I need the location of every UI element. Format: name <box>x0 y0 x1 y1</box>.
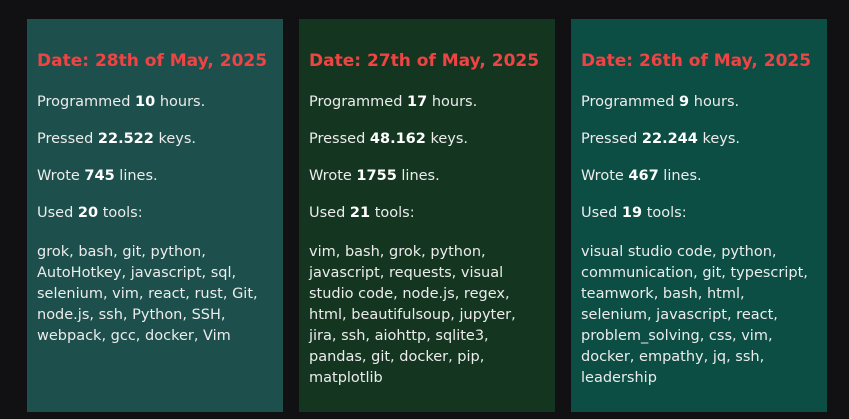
stat-suffix: keys. <box>425 131 469 147</box>
stat-prefix: Used <box>309 205 350 221</box>
pressed-keys: Pressed 22.244 keys. <box>581 131 740 147</box>
stat-prefix: Wrote <box>581 168 629 184</box>
stat-value: 22.522 <box>97 131 154 147</box>
used-tools: Used 21 tools: <box>309 205 415 221</box>
page: Date: 28th of May, 2025 Programmed 10 ho… <box>0 0 849 419</box>
stat-suffix: lines. <box>114 168 158 184</box>
tools-list: grok, bash, git, python, AutoHotkey, jav… <box>37 244 258 344</box>
programmed-hours: Programmed 9 hours. <box>581 94 739 110</box>
pressed-keys: Pressed 22.522 keys. <box>37 131 196 147</box>
pressed-keys: Pressed 48.162 keys. <box>309 131 468 147</box>
stat-value: 20 <box>77 205 99 221</box>
stat-value: 9 <box>679 94 690 110</box>
stat-suffix: hours. <box>155 94 206 110</box>
stat-prefix: Pressed <box>581 131 642 147</box>
tools-list: visual studio code, python, communicatio… <box>581 244 808 386</box>
stat-value: 467 <box>628 168 659 184</box>
day-card: Date: 26th of May, 2025 Programmed 9 hou… <box>571 19 827 412</box>
used-tools: Used 20 tools: <box>37 205 143 221</box>
stat-value: 21 <box>349 205 371 221</box>
used-tools: Used 19 tools: <box>581 205 687 221</box>
stat-prefix: Used <box>37 205 78 221</box>
stat-value: 10 <box>135 94 156 110</box>
wrote-lines: Wrote 745 lines. <box>37 168 158 184</box>
stat-prefix: Programmed <box>581 94 680 110</box>
day-card: Date: 27th of May, 2025 Programmed 17 ho… <box>299 19 555 412</box>
card-date: Date: 27th of May, 2025 <box>309 51 540 71</box>
stat-suffix: tools: <box>370 205 415 221</box>
stat-prefix: Programmed <box>37 94 136 110</box>
stat-value: 19 <box>621 205 643 221</box>
stat-suffix: hours. <box>427 94 478 110</box>
stat-suffix: lines. <box>658 168 702 184</box>
stat-value: 745 <box>84 168 115 184</box>
wrote-lines: Wrote 1755 lines. <box>309 168 440 184</box>
stat-prefix: Used <box>581 205 622 221</box>
stat-prefix: Pressed <box>37 131 98 147</box>
programmed-hours: Programmed 17 hours. <box>309 94 477 110</box>
stat-suffix: tools: <box>642 205 687 221</box>
stat-suffix: keys. <box>697 131 741 147</box>
stat-prefix: Wrote <box>37 168 85 184</box>
stat-value: 48.162 <box>369 131 426 147</box>
programmed-hours: Programmed 10 hours. <box>37 94 205 110</box>
stat-prefix: Wrote <box>309 168 357 184</box>
card-date: Date: 26th of May, 2025 <box>581 51 812 71</box>
stat-prefix: Pressed <box>309 131 370 147</box>
stat-value: 17 <box>407 94 428 110</box>
stat-suffix: lines. <box>396 168 440 184</box>
tools-list: vim, bash, grok, python, javascript, req… <box>309 244 516 386</box>
wrote-lines: Wrote 467 lines. <box>581 168 702 184</box>
stat-value: 22.244 <box>641 131 698 147</box>
stat-suffix: hours. <box>689 94 740 110</box>
card-date: Date: 28th of May, 2025 <box>37 51 268 71</box>
stat-value: 1755 <box>356 168 397 184</box>
stat-prefix: Programmed <box>309 94 408 110</box>
day-card: Date: 28th of May, 2025 Programmed 10 ho… <box>27 19 283 412</box>
stat-suffix: tools: <box>98 205 143 221</box>
stat-suffix: keys. <box>153 131 197 147</box>
